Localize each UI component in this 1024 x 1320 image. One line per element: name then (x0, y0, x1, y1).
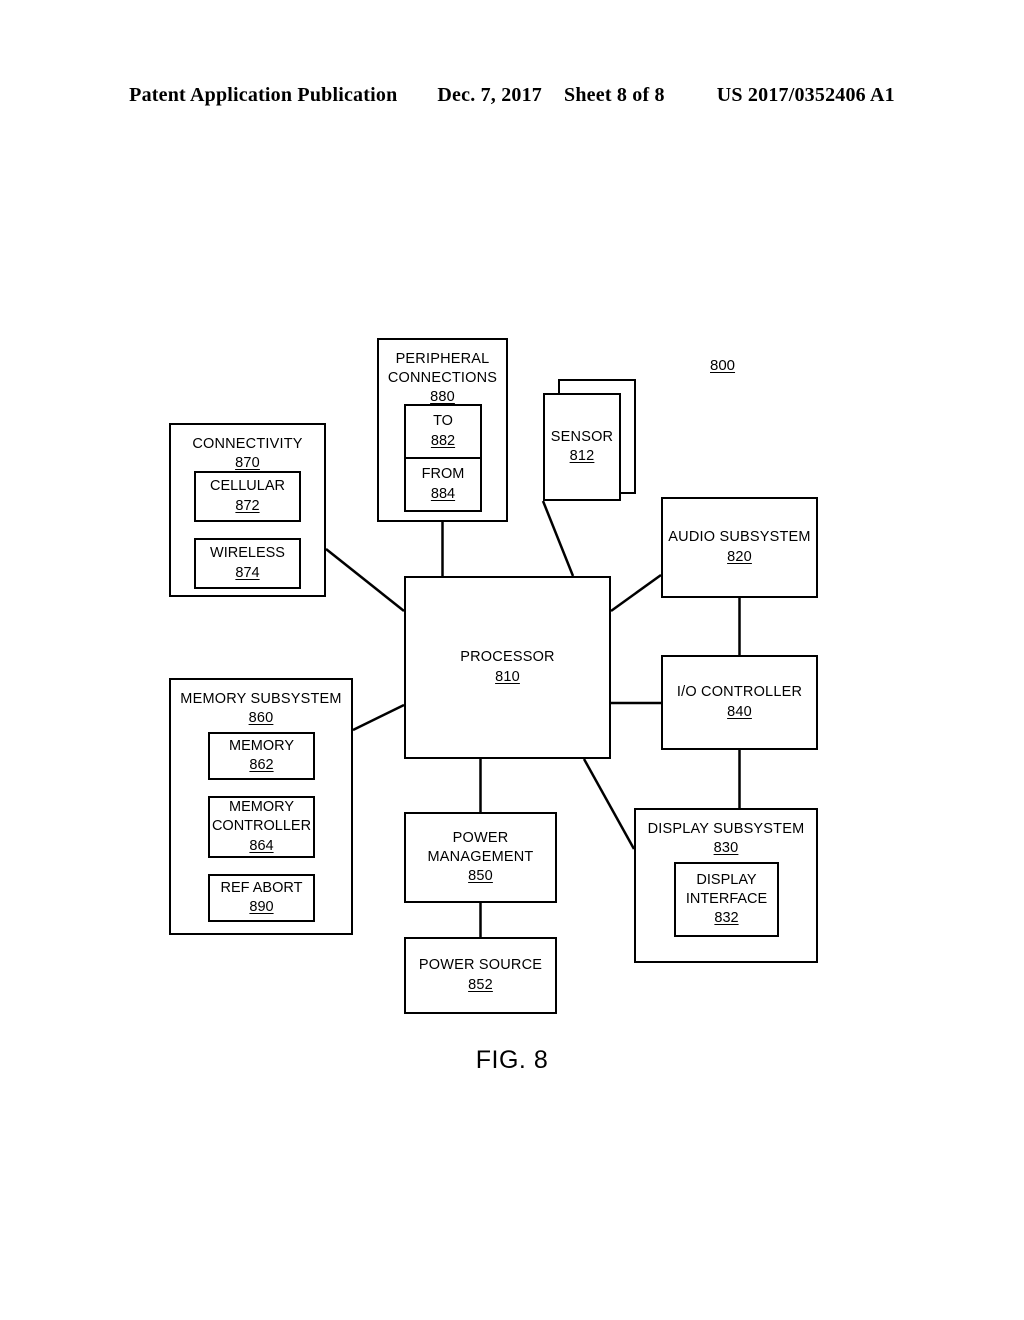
memory-controller-label-line1: MEMORY (229, 799, 294, 816)
block-power-source: POWER SOURCE 852 (404, 937, 557, 1014)
system-reference-800: 800 (710, 357, 736, 374)
to-ref: 882 (430, 432, 456, 449)
memory-controller-label-line2: CONTROLLER (211, 818, 312, 835)
display-subsystem-ref: 830 (713, 840, 739, 857)
cellular-label: CELLULAR (210, 478, 285, 495)
power-source-label: POWER SOURCE (418, 957, 543, 974)
power-source-ref: 852 (468, 976, 493, 993)
to-label: TO (433, 413, 453, 430)
peripheral-connections-label-line1: PERIPHERAL (395, 351, 490, 367)
memory-subsystem-label: MEMORY SUBSYSTEM (180, 691, 342, 707)
io-controller-label: I/O CONTROLLER (676, 684, 803, 701)
memory-label: MEMORY (229, 737, 294, 754)
display-interface-label-line1: DISPLAY (696, 871, 757, 888)
power-management-label: POWER MANAGEMENT (427, 829, 534, 865)
from-ref: 884 (430, 485, 456, 502)
block-io-controller: I/O CONTROLLER 840 (661, 655, 818, 750)
block-sensor: SENSOR 812 (543, 393, 621, 501)
display-interface-ref: 832 (714, 910, 739, 927)
block-memory: MEMORY 862 (208, 732, 315, 780)
memory-ref: 862 (249, 757, 274, 773)
wire-processor-to-audio (610, 573, 662, 613)
peripheral-connections-label-line2: CONNECTIONS (387, 370, 498, 387)
processor-label: PROCESSOR (460, 649, 555, 666)
block-processor: PROCESSOR 810 (404, 576, 611, 759)
block-display-interface: DISPLAY INTERFACE 832 (674, 862, 779, 937)
wire-memory-to-processor (352, 703, 405, 732)
memory-subsystem-ref: 860 (248, 710, 274, 727)
block-power-management: POWER MANAGEMENT 850 (404, 812, 557, 903)
block-cellular: CELLULAR 872 (194, 471, 301, 522)
sensor-label: SENSOR (550, 428, 614, 445)
block-from: FROM 884 (404, 458, 482, 512)
audio-subsystem-ref: 820 (727, 548, 752, 565)
wire-sensor-to-processor (541, 500, 575, 577)
block-ref-abort: REF ABORT 890 (208, 874, 315, 922)
wireless-label: WIRELESS (210, 545, 285, 562)
display-interface-label-line2: INTERFACE (685, 890, 768, 907)
cellular-ref: 872 (235, 497, 260, 514)
block-memory-controller: MEMORY CONTROLLER 864 (208, 796, 315, 858)
figure-8-block-diagram: 800 PERIPHERAL CONNECTIONS 880 TO 882 FR… (0, 0, 1024, 1320)
memory-controller-ref: 864 (249, 837, 274, 854)
wireless-ref: 874 (235, 564, 260, 581)
sensor-ref: 812 (569, 448, 595, 464)
display-subsystem-label: DISPLAY SUBSYSTEM (647, 821, 805, 837)
audio-subsystem-label: AUDIO SUBSYSTEM (668, 529, 811, 546)
wire-processor-to-display (582, 758, 636, 850)
block-to: TO 882 (404, 404, 482, 458)
ref-abort-label: REF ABORT (220, 879, 303, 896)
power-management-ref: 850 (468, 868, 493, 885)
io-controller-ref: 840 (727, 703, 752, 720)
from-label: FROM (421, 466, 465, 483)
block-wireless: WIRELESS 874 (194, 538, 301, 589)
block-audio-subsystem: AUDIO SUBSYSTEM 820 (661, 497, 818, 598)
processor-ref: 810 (495, 668, 520, 685)
connectivity-label: CONNECTIVITY (192, 436, 303, 452)
wire-connectivity-to-processor (325, 548, 405, 612)
figure-caption: FIG. 8 (475, 1046, 549, 1074)
ref-abort-ref: 890 (249, 899, 274, 915)
